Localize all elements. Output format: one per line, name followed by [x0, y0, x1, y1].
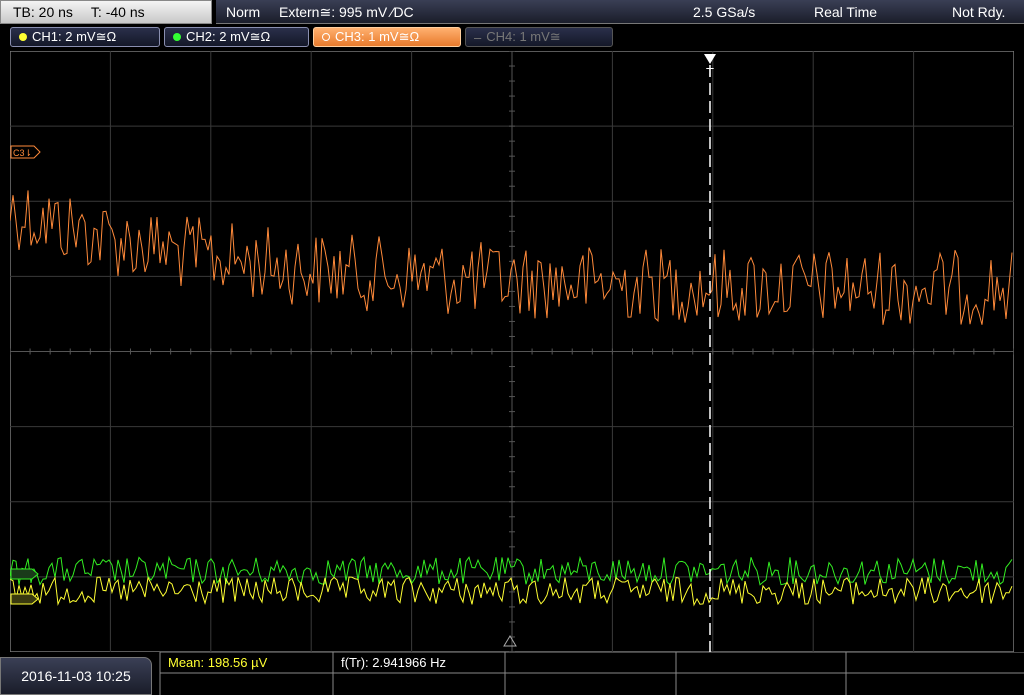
- waveform-display[interactable]: T C3⇂: [10, 51, 1014, 652]
- trigger-time-readout: T: -40 ns: [90, 4, 145, 20]
- trigger-mode: Norm: [226, 4, 261, 20]
- channel-4-button[interactable]: – CH4: 1 mV≅: [465, 27, 613, 47]
- acquisition-state: Not Rdy.: [952, 4, 1006, 20]
- measurement-grid: [159, 652, 1024, 695]
- channel-2-button[interactable]: CH2: 2 mV≅Ω: [164, 27, 309, 47]
- channel-3-button[interactable]: CH3: 1 mV≅Ω: [313, 27, 461, 47]
- channel-bar: CH1: 2 mV≅Ω CH2: 2 mV≅Ω CH3: 1 mV≅Ω – CH…: [0, 25, 1024, 49]
- channel-1-dot-icon: [19, 33, 27, 41]
- frequency-measurement[interactable]: f(Tr): 2.941966 Hz: [336, 652, 446, 673]
- date-time-display: 2016-11-03 10:25: [0, 657, 152, 695]
- timebase-readout: TB: 20 ns: [13, 4, 73, 20]
- measurement-bar: [0, 652, 1024, 695]
- channel-2-marker-icon[interactable]: [10, 568, 39, 580]
- channel-3-dot-icon: [322, 33, 330, 41]
- channel-3-label: CH3: 1 mV≅Ω: [335, 29, 420, 44]
- channel-4-label: CH4: 1 mV≅: [486, 29, 561, 44]
- acquisition-mode: Real Time: [814, 4, 878, 20]
- trigger-marker-label: T: [706, 65, 714, 80]
- channel-1-marker-icon[interactable]: [10, 593, 39, 605]
- channel-2-dot-icon: [173, 33, 181, 41]
- channel-1-label: CH1: 2 mV≅Ω: [32, 29, 117, 44]
- trigger-status-bar[interactable]: Norm Extern≅: 995 mV ⁄DC 2.5 GSa/s Real …: [216, 0, 1024, 24]
- channel-2-label: CH2: 2 mV≅Ω: [186, 29, 271, 44]
- channel-1-button[interactable]: CH1: 2 mV≅Ω: [10, 27, 160, 47]
- channel-3-marker-label: C3⇂: [13, 148, 32, 158]
- channel-4-dash-icon: –: [474, 29, 482, 45]
- trigger-source: Extern≅: 995 mV ⁄DC: [279, 4, 414, 20]
- sample-rate: 2.5 GSa/s: [693, 4, 756, 20]
- timebase-panel[interactable]: TB: 20 ns T: -40 ns: [0, 0, 212, 24]
- mean-measurement[interactable]: Mean: 198.56 µV: [163, 652, 267, 673]
